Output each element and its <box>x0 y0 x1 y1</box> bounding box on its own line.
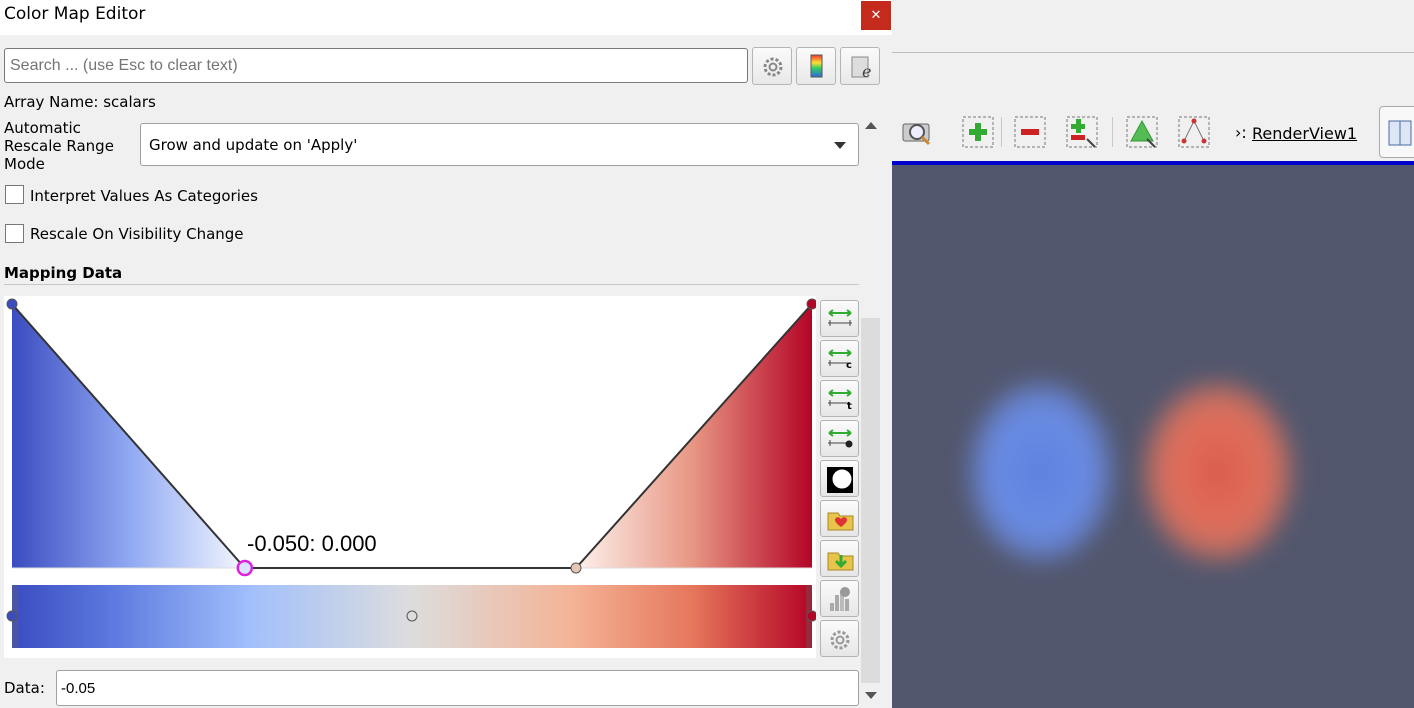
interpret-categories-checkbox[interactable] <box>5 185 24 204</box>
divider <box>1112 117 1113 147</box>
rescale-to-visible-range-icon <box>828 429 853 448</box>
invert-transfer-function-icon <box>827 467 853 493</box>
rescale-to-data-range-over-time-button[interactable]: t <box>820 380 859 417</box>
color-point[interactable] <box>6 610 18 622</box>
gear-icon <box>763 57 783 77</box>
expression-button[interactable]: e <box>840 47 880 85</box>
rescale-to-data-range-over-time-icon: t <box>828 389 852 412</box>
opacity-point[interactable] <box>570 562 582 574</box>
invert-transfer-function-button[interactable] <box>820 460 859 497</box>
expression-icon: e <box>851 56 871 81</box>
divider <box>1001 117 1002 147</box>
rescale-mode-value: Grow and update on 'Apply' <box>149 136 358 154</box>
scroll-down-icon[interactable] <box>865 692 877 699</box>
svg-text:t: t <box>847 401 852 412</box>
red-blob <box>1144 383 1292 561</box>
settings-button[interactable] <box>752 47 792 85</box>
compute-histogram-icon <box>830 587 850 611</box>
select-surface-icon <box>1126 116 1158 148</box>
compute-histogram-button[interactable] <box>820 580 859 617</box>
chevron-down-icon <box>834 142 846 149</box>
view-toolbar: ›: RenderView1 <box>892 103 1414 161</box>
save-to-preset-icon <box>827 552 854 571</box>
divider <box>892 52 1414 53</box>
add-point-icon <box>962 116 994 148</box>
remove-point-button[interactable] <box>1013 115 1047 149</box>
transfer-function-editor[interactable]: -0.050: 0.000 <box>4 296 816 658</box>
window-title: Color Map Editor <box>4 4 146 24</box>
rescale-visibility-label: Rescale On Visibility Change <box>30 225 244 243</box>
color-point[interactable] <box>406 610 418 622</box>
split-horizontal-icon <box>1388 120 1412 146</box>
color-point[interactable] <box>806 610 816 622</box>
title-bar: Color Map Editor ✕ <box>0 0 892 35</box>
interpret-categories-label: Interpret Values As Categories <box>30 187 258 205</box>
divider <box>4 284 859 285</box>
render-viewport[interactable] <box>892 165 1414 708</box>
mapping-data-heading: Mapping Data <box>4 264 123 282</box>
camera-zoom-icon <box>902 123 931 146</box>
split-view-button[interactable] <box>1379 106 1414 158</box>
opacity-point[interactable] <box>6 298 18 310</box>
select-surface-button[interactable] <box>1125 115 1159 149</box>
scroll-thumb[interactable] <box>861 318 880 683</box>
choose-preset-button[interactable] <box>820 500 859 537</box>
presets-button[interactable] <box>796 47 836 85</box>
chevron-right-icon: ›: <box>1235 123 1247 142</box>
color-presets-icon <box>810 54 823 78</box>
rescale-mode-select[interactable]: Grow and update on 'Apply' <box>140 123 859 166</box>
scroll-up-icon[interactable] <box>865 122 877 129</box>
rescale-to-data-range-icon <box>828 309 852 326</box>
main-window-pane: ›: RenderView1 <box>892 0 1414 708</box>
save-to-preset-button[interactable] <box>820 540 859 577</box>
choose-preset-icon <box>827 512 854 531</box>
rescale-to-data-range-button[interactable] <box>820 300 859 337</box>
zoom-to-box-button[interactable] <box>1065 115 1099 149</box>
advanced-settings-button[interactable] <box>820 620 859 657</box>
blue-blob <box>970 383 1112 561</box>
rescale-mode-label: Automatic Rescale Range Mode <box>4 119 114 173</box>
remove-point-icon <box>1014 116 1046 148</box>
rescale-to-visible-range-button[interactable] <box>820 420 859 457</box>
rescale-to-custom-range-button[interactable]: c <box>820 340 859 377</box>
transfer-function-canvas[interactable]: -0.050: 0.000 <box>4 296 816 658</box>
render-view-label[interactable]: RenderView1 <box>1252 124 1357 143</box>
svg-text:c: c <box>846 360 852 371</box>
color-map-editor-panel: Color Map Editor ✕ e Array Name: scalars… <box>0 0 892 708</box>
rescale-visibility-checkbox[interactable] <box>5 224 24 243</box>
vertical-scrollbar[interactable] <box>861 118 880 708</box>
advanced-settings-icon <box>830 630 850 650</box>
data-label: Data: <box>4 679 45 697</box>
point-value-tooltip: -0.050: 0.000 <box>247 531 377 556</box>
select-points-button[interactable] <box>1177 115 1211 149</box>
rescale-to-custom-range-icon: c <box>828 349 852 371</box>
select-points-icon <box>1178 116 1210 148</box>
zoom-to-box-icon <box>1066 116 1098 148</box>
array-name-label: Array Name: scalars <box>4 93 156 111</box>
close-button[interactable]: ✕ <box>861 1 891 30</box>
opacity-point[interactable] <box>806 298 816 310</box>
svg-text:e: e <box>862 62 871 81</box>
camera-zoom-button[interactable] <box>900 115 934 149</box>
add-point-button[interactable] <box>961 115 995 149</box>
search-input[interactable] <box>4 48 748 83</box>
opacity-point[interactable] <box>236 559 254 577</box>
data-value-input[interactable] <box>56 670 859 706</box>
